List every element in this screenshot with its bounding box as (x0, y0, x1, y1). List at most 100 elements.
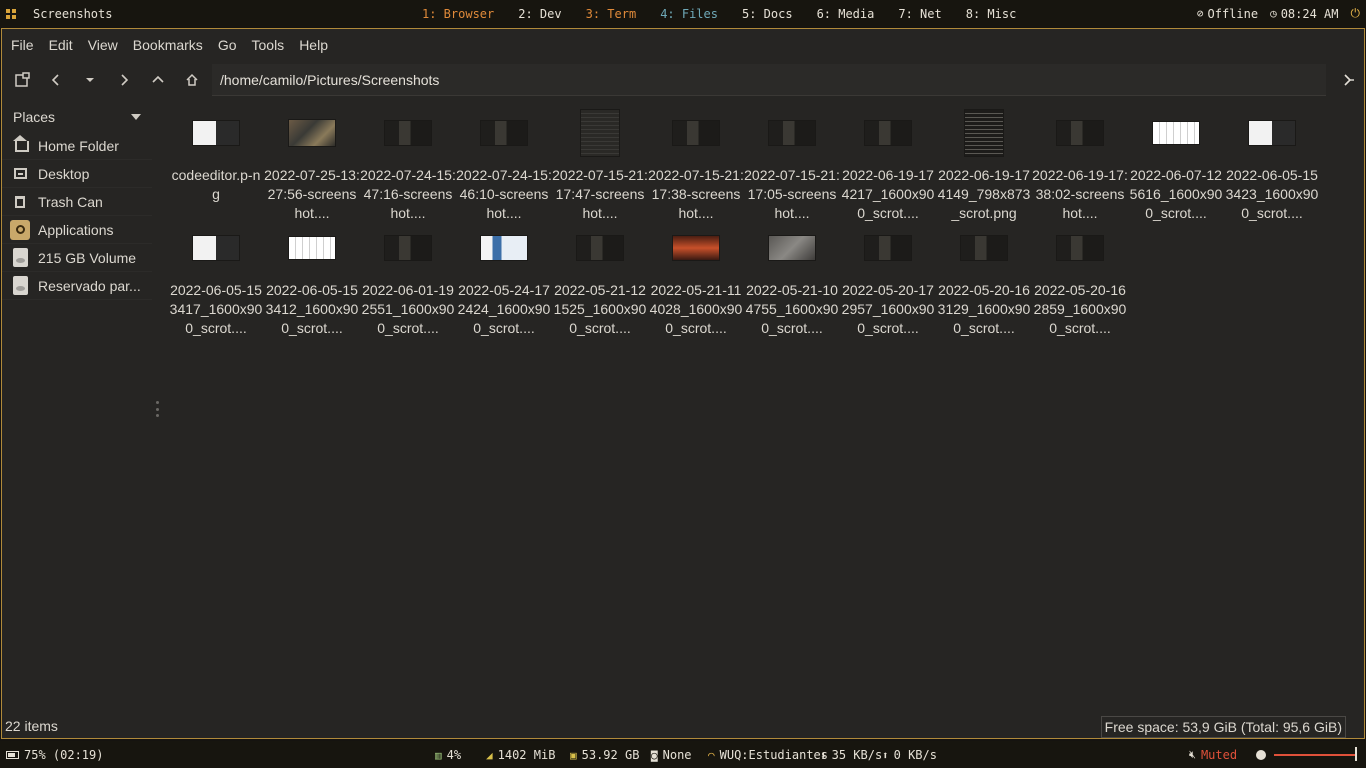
workspace-1[interactable]: 1: Browser (422, 7, 494, 21)
sidebar-item-volume[interactable]: 215 GB Volume (2, 244, 152, 272)
forward-button[interactable] (107, 63, 141, 97)
applications-icon (10, 219, 30, 240)
sidebar-item-applications[interactable]: Applications (2, 216, 152, 244)
workspace-switcher: 1: Browser 2: Dev 3: Term 4: Files 5: Do… (422, 0, 1040, 27)
download-label: 35 KB/s (831, 748, 883, 762)
places-header-label: Places (13, 109, 56, 125)
cpu-chart-icon: ▥ (435, 748, 442, 762)
speaker-muted-icon: 🔇︎ (1189, 748, 1196, 761)
sidebar-item-trash[interactable]: Trash Can (2, 188, 152, 216)
new-tab-button[interactable] (5, 63, 39, 97)
file-name: 2022-05-21-114028_1600x900_scrot.... (649, 281, 743, 336)
file-manager-window: File Edit View Bookmarks Go Tools Help /… (1, 28, 1365, 739)
location-bar[interactable]: /home/camilo/Pictures/Screenshots (212, 64, 1326, 96)
menu-file[interactable]: File (11, 37, 34, 53)
drive-icon (10, 276, 30, 296)
workspace-4[interactable]: 4: Files (660, 7, 718, 21)
file-name: 2022-06-05-153417_1600x900_scrot.... (169, 281, 263, 336)
battery-indicator[interactable]: 75% (02:19) (6, 748, 103, 762)
brightness-indicator[interactable] (1256, 750, 1270, 760)
file-item[interactable]: 2022-07-15-21:17:38-screenshot.... (648, 107, 744, 222)
disk-label: 53.92 GB (581, 748, 640, 762)
menu-go[interactable]: Go (218, 37, 237, 53)
trash-icon (10, 192, 30, 212)
file-item[interactable]: 2022-06-05-153417_1600x900_scrot.... (168, 222, 264, 337)
file-thumbnail (1056, 224, 1104, 272)
file-item[interactable]: 2022-07-15-21:17:05-screenshot.... (744, 107, 840, 222)
places-sidebar: Places Home Folder Desktop Trash Can App… (2, 102, 152, 712)
item-count: 22 items (5, 718, 58, 734)
file-item[interactable]: 2022-07-15-21:17:47-screenshot.... (552, 107, 648, 222)
file-thumbnail (1056, 109, 1104, 157)
chevron-up-icon (152, 75, 164, 83)
apps-grid-icon[interactable] (6, 8, 16, 19)
disk-indicator[interactable]: ▣ 53.92 GB (570, 748, 639, 762)
menu-bar: File Edit View Bookmarks Go Tools Help (2, 29, 1364, 60)
back-button[interactable] (39, 63, 73, 97)
file-item[interactable]: 2022-07-24-15:46:10-screenshot.... (456, 107, 552, 222)
wifi-indicator[interactable]: ◠ WUQ:Estudiantes (708, 748, 828, 762)
sidebar-item-label: Home Folder (38, 137, 119, 154)
menu-edit[interactable]: Edit (49, 37, 73, 53)
workspace-2[interactable]: 2: Dev (518, 7, 561, 21)
file-item[interactable]: 2022-05-21-104755_1600x900_scrot.... (744, 222, 840, 337)
file-item[interactable]: 2022-06-01-192551_1600x900_scrot.... (360, 222, 456, 337)
drive-icon (10, 248, 30, 268)
file-item[interactable]: 2022-07-24-15:47:16-screenshot.... (360, 107, 456, 222)
workspace-8[interactable]: 8: Misc (966, 7, 1017, 21)
file-item[interactable]: 2022-06-19-17:38:02-screenshot.... (1032, 107, 1128, 222)
menu-help[interactable]: Help (299, 37, 328, 53)
file-item[interactable]: 2022-06-19-174217_1600x900_scrot.... (840, 107, 936, 222)
menu-bookmarks[interactable]: Bookmarks (133, 37, 203, 53)
home-button[interactable] (175, 63, 209, 97)
file-item[interactable]: 2022-05-21-114028_1600x900_scrot.... (648, 222, 744, 337)
file-item[interactable]: 2022-06-07-125616_1600x900_scrot.... (1128, 107, 1224, 222)
file-item[interactable]: 2022-07-25-13:27:56-screenshot.... (264, 107, 360, 222)
menu-tools[interactable]: Tools (252, 37, 285, 53)
memory-chart-icon: ◢ (486, 748, 493, 762)
workspace-6[interactable]: 6: Media (817, 7, 875, 21)
file-name: 2022-05-20-172957_1600x900_scrot.... (841, 281, 935, 336)
location-next-button[interactable] (1336, 68, 1360, 92)
places-header[interactable]: Places (2, 102, 152, 132)
file-grid: codeeditor.p-ng 2022-07-25-13:27:56-scree… (168, 107, 1363, 337)
file-item[interactable]: 2022-05-21-121525_1600x900_scrot.... (552, 222, 648, 337)
menu-view[interactable]: View (88, 37, 118, 53)
sidebar-item-label: Applications (38, 221, 114, 238)
file-item[interactable]: 2022-06-19-174149_798x873_scrot.png (936, 107, 1032, 222)
file-name: 2022-06-19-17:38:02-screenshot.... (1032, 166, 1128, 221)
disk-icon: ▣ (570, 748, 577, 762)
workspace-3[interactable]: 3: Term (586, 7, 637, 21)
caret-down-icon (131, 114, 141, 120)
file-item[interactable]: codeeditor.p-ng (168, 107, 264, 222)
sidebar-item-desktop[interactable]: Desktop (2, 160, 152, 188)
file-name: 2022-07-15-21:17:38-screenshot.... (648, 166, 744, 221)
volume-indicator[interactable]: 🔇︎ Muted (1189, 748, 1237, 762)
sidebar-splitter-handle[interactable] (156, 401, 159, 417)
workspace-7[interactable]: 7: Net (898, 7, 941, 21)
up-button[interactable] (141, 63, 175, 97)
network-status[interactable]: ⊘ Offline (1197, 7, 1258, 21)
brightness-slider-track[interactable] (1274, 754, 1356, 756)
file-item[interactable]: 2022-06-05-153412_1600x900_scrot.... (264, 222, 360, 337)
sidebar-item-reserved[interactable]: Reservado par... (2, 272, 152, 300)
file-item[interactable]: 2022-05-20-163129_1600x900_scrot.... (936, 222, 1032, 337)
battery-icon (6, 751, 19, 759)
file-item[interactable]: 2022-05-20-172957_1600x900_scrot.... (840, 222, 936, 337)
sidebar-item-home[interactable]: Home Folder (2, 132, 152, 160)
workspace-5[interactable]: 5: Docs (742, 7, 793, 21)
file-name: 2022-05-21-104755_1600x900_scrot.... (745, 281, 839, 336)
brightness-slider-knob[interactable] (1355, 747, 1357, 761)
cpu-indicator[interactable]: ▥ 4% (435, 748, 461, 762)
memory-indicator[interactable]: ◢ 1402 MiB (486, 748, 555, 762)
clock[interactable]: ◷ 08:24 AM (1270, 7, 1338, 21)
file-thumbnail (1248, 109, 1296, 157)
file-item[interactable]: 2022-05-20-162859_1600x900_scrot.... (1032, 222, 1128, 337)
download-indicator: ⬇ 35 KB/s (820, 748, 882, 762)
bluetooth-indicator[interactable]: ◙ None (651, 748, 692, 762)
power-icon[interactable]: ⏻ (1351, 6, 1361, 21)
file-item[interactable]: 2022-05-24-172424_1600x900_scrot.... (456, 222, 552, 337)
clock-icon: ◷ (1270, 7, 1277, 20)
history-button[interactable] (73, 63, 107, 97)
file-item[interactable]: 2022-06-05-153423_1600x900_scrot.... (1224, 107, 1320, 222)
